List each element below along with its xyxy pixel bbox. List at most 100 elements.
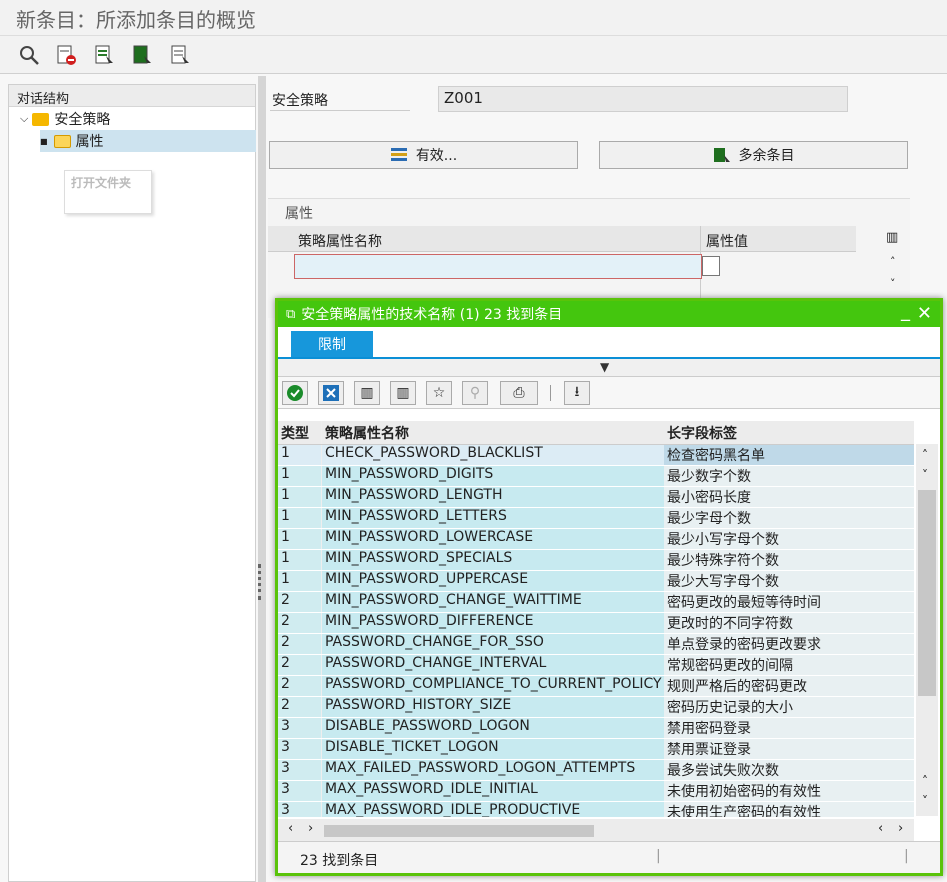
cell-type: 1: [278, 445, 322, 465]
scroll-thumb[interactable]: [918, 490, 936, 696]
cell-type: 3: [278, 718, 322, 738]
scroll-right-icon[interactable]: ›: [308, 821, 313, 836]
delete-icon[interactable]: [53, 42, 79, 68]
table-row[interactable]: 2 PASSWORD_COMPLIANCE_TO_CURRENT_POLICY 规则…: [278, 676, 914, 697]
dialog-icon: ⧉: [286, 306, 296, 322]
cell-label: 规则严格后的密码更改: [664, 676, 914, 696]
cell-type: 2: [278, 697, 322, 717]
table-row[interactable]: 2 PASSWORD_HISTORY_SIZE 密码历史记录的大小: [278, 697, 914, 718]
minimize-icon[interactable]: _: [901, 301, 910, 322]
table-row[interactable]: 1 MIN_PASSWORD_LETTERS 最少字母个数: [278, 508, 914, 529]
table-row[interactable]: 2 PASSWORD_CHANGE_INTERVAL 常规密码更改的间隔: [278, 655, 914, 676]
cell-type: 1: [278, 550, 322, 570]
scroll-right-end-icon[interactable]: ›: [898, 821, 903, 836]
select-block-icon[interactable]: [129, 42, 155, 68]
table-row[interactable]: 3 MAX_PASSWORD_IDLE_PRODUCTIVE 未使用生产密码的有效性: [278, 802, 914, 817]
toolbar: [0, 36, 947, 74]
cell-label: 常规密码更改的间隔: [664, 655, 914, 675]
cell-type: 3: [278, 802, 322, 817]
cell-name: MIN_PASSWORD_DIFFERENCE: [322, 613, 664, 633]
scroll-down-icon[interactable]: ˅: [890, 277, 896, 290]
cell-type: 1: [278, 466, 322, 486]
folder-icon: [32, 112, 50, 126]
col-type[interactable]: 类型: [278, 421, 322, 444]
page-up-icon[interactable]: ˄: [922, 774, 928, 788]
splitter-grip[interactable]: [258, 564, 263, 600]
cell-type: 2: [278, 613, 322, 633]
table-settings-icon[interactable]: ▥: [886, 230, 908, 250]
value-help-icon[interactable]: [702, 256, 720, 276]
vertical-scrollbar[interactable]: ˄ ˅ ˄ ˅: [916, 444, 938, 816]
link-icon[interactable]: ⚲: [462, 381, 488, 405]
table-row[interactable]: 3 DISABLE_PASSWORD_LOGON 禁用密码登录: [278, 718, 914, 739]
valid-button[interactable]: 有效...: [269, 141, 578, 169]
dialog-title-bar: ⧉ 安全策略属性的技术名称 (1) 23 找到条目 _ ✕: [278, 301, 940, 327]
cell-type: 1: [278, 487, 322, 507]
cancel-icon[interactable]: [318, 381, 344, 405]
table-row[interactable]: 2 PASSWORD_CHANGE_FOR_SSO 单点登录的密码更改要求: [278, 634, 914, 655]
table-row[interactable]: 1 MIN_PASSWORD_DIGITS 最少数字个数: [278, 466, 914, 487]
table-row[interactable]: 1 MIN_PASSWORD_SPECIALS 最少特殊字符个数: [278, 550, 914, 571]
cell-name: PASSWORD_CHANGE_FOR_SSO: [322, 634, 664, 654]
scroll-up-icon[interactable]: ˄: [922, 448, 928, 462]
tree-root-label: 安全策略: [54, 112, 111, 128]
cell-type: 2: [278, 676, 322, 696]
h-scroll-thumb[interactable]: [324, 825, 594, 837]
table-row[interactable]: 3 DISABLE_TICKET_LOGON 禁用票证登录: [278, 739, 914, 760]
surplus-entries-button[interactable]: 多余条目: [599, 141, 908, 169]
policy-field[interactable]: Z001: [438, 86, 848, 112]
table-header: 类型 策略属性名称 长字段标签: [278, 421, 914, 445]
tree-node-attributes[interactable]: ■ 属性: [40, 130, 256, 152]
table-row[interactable]: 1 MIN_PASSWORD_LOWERCASE 最少小写字母个数: [278, 529, 914, 550]
table-row[interactable]: 3 MAX_PASSWORD_IDLE_INITIAL 未使用初始密码的有效性: [278, 781, 914, 802]
scroll-down-icon[interactable]: ˅: [922, 468, 928, 482]
dialog-title: 安全策略属性的技术名称 (1) 23 找到条目: [301, 307, 563, 323]
sort-icon[interactable]: ⭳: [564, 381, 590, 405]
print-icon[interactable]: ⎙: [500, 381, 538, 405]
tree-node-security-policy[interactable]: ⌵ 安全策略: [20, 108, 110, 130]
splitter[interactable]: [258, 76, 266, 882]
attr-name-input[interactable]: [294, 254, 702, 279]
horizontal-scrollbar[interactable]: ‹ › ‹ ›: [278, 819, 914, 841]
cell-label: 最小密码长度: [664, 487, 914, 507]
surplus-icon: [713, 148, 730, 162]
cell-label: 更改时的不同字符数: [664, 613, 914, 633]
col-attribute-name[interactable]: 策略属性名称: [322, 421, 664, 444]
cell-type: 3: [278, 760, 322, 780]
confirm-icon[interactable]: [282, 381, 308, 405]
page-down-icon[interactable]: ˅: [922, 794, 928, 808]
col-long-label[interactable]: 长字段标签: [664, 421, 914, 444]
cell-label: 最少特殊字符个数: [664, 550, 914, 570]
cell-label: 单点登录的密码更改要求: [664, 634, 914, 654]
table-row[interactable]: 1 MIN_PASSWORD_UPPERCASE 最少大写字母个数: [278, 571, 914, 592]
chevron-down-icon[interactable]: ⌵: [20, 112, 28, 126]
deselect-icon[interactable]: [167, 42, 193, 68]
dialog-status-bar: 23 找到条目 | |: [278, 841, 940, 873]
cell-name: DISABLE_PASSWORD_LOGON: [322, 718, 664, 738]
cell-name: DISABLE_TICKET_LOGON: [322, 739, 664, 759]
cell-label: 检查密码黑名单: [664, 445, 914, 465]
table-row[interactable]: 3 MAX_FAILED_PASSWORD_LOGON_ATTEMPTS 最多尝试失…: [278, 760, 914, 781]
col-attr-value: 属性值: [706, 234, 748, 250]
scroll-up-icon[interactable]: ˄: [890, 255, 896, 268]
display-icon[interactable]: [16, 42, 42, 68]
tab-restrictions[interactable]: 限制: [291, 331, 373, 357]
restriction-toggle[interactable]: ▼: [278, 359, 940, 377]
table-row[interactable]: 1 CHECK_PASSWORD_BLACKLIST 检查密码黑名单: [278, 445, 914, 466]
find-next-icon[interactable]: ▥: [390, 381, 416, 405]
find-icon[interactable]: ▥: [354, 381, 380, 405]
table-row[interactable]: 1 MIN_PASSWORD_LENGTH 最小密码长度: [278, 487, 914, 508]
table-row[interactable]: 2 MIN_PASSWORD_CHANGE_WAITTIME 密码更改的最短等待时间: [278, 592, 914, 613]
filter-icon[interactable]: ▼: [600, 360, 609, 374]
tree-header: 对话结构: [9, 85, 255, 107]
select-all-icon[interactable]: [91, 42, 117, 68]
cell-label: 最少字母个数: [664, 508, 914, 528]
scroll-left-icon[interactable]: ‹: [288, 821, 293, 836]
cell-label: 未使用生产密码的有效性: [664, 802, 914, 817]
scroll-left-end-icon[interactable]: ‹: [878, 821, 883, 836]
close-icon[interactable]: ✕: [917, 303, 932, 324]
add-favorite-icon[interactable]: ☆: [426, 381, 452, 405]
dialog-toolbar: ▥ ▥ ☆ ⚲ ⎙ ⭳: [278, 377, 940, 409]
table-row[interactable]: 2 MIN_PASSWORD_DIFFERENCE 更改时的不同字符数: [278, 613, 914, 634]
cell-name: MIN_PASSWORD_DIGITS: [322, 466, 664, 486]
